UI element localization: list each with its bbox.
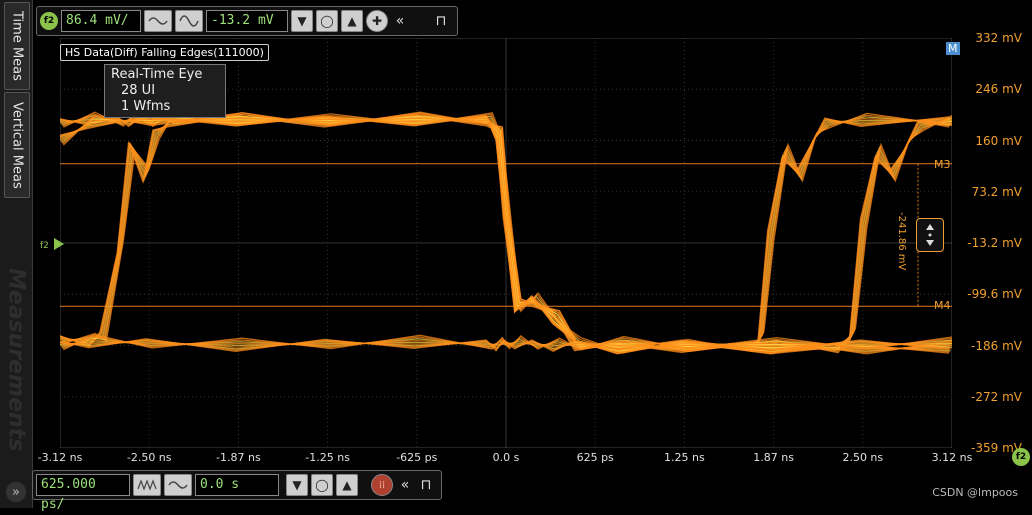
side-tab-strip: Time Meas Vertical Meas Measurements » [0,0,33,508]
measurements-watermark-label: Measurements [3,268,29,452]
x-tick-label: 2.50 ns [842,451,884,464]
y-tick-label: 160 mV [975,133,1022,148]
x-tick-label: -2.50 ns [126,451,172,464]
scale-down-button[interactable] [144,10,172,32]
marker-m3-label[interactable]: M3 [934,158,951,171]
grid-dots-icon: ⁞⁞ [378,479,386,491]
x-tick-label: 3.12 ns [931,451,973,464]
vertical-scale-field[interactable]: 86.4 mV/ [61,10,141,32]
waveform-title: HS Data(Diff) Falling Edges(111000) [60,44,269,61]
y-tick-label: 332 mV [975,31,1022,45]
eye-info-wfms: 1 Wfms [121,99,171,114]
pin-icon[interactable]: ⊓ [432,11,450,31]
x-tick-label: 625 ps [576,451,614,464]
time-scale-up-button[interactable] [164,474,192,496]
eye-info-title: Real-Time Eye [111,67,203,82]
scale-up-button[interactable] [175,10,203,32]
circle-zero-icon: ◯ [315,478,329,492]
triangle-down-icon: ▼ [297,14,307,28]
wave-dense-icon [137,479,157,491]
triangle-down-icon: ▼ [292,478,302,492]
x-tick-label: 0.0 s [492,451,520,464]
triangle-up-icon: ▲ [347,14,357,28]
circle-zero-icon: ◯ [320,14,334,28]
ground-arrow-icon [54,237,64,250]
wave-large-icon [179,15,199,27]
horizontal-position-field[interactable]: 0.0 s [195,474,279,496]
channel-badge[interactable]: f2 [40,12,58,30]
offset-down-button[interactable]: ▼ [291,10,313,32]
y-tick-label: 73.2 mV [971,184,1022,199]
position-right-button[interactable]: ▲ [336,474,358,496]
wave-small-icon [148,17,168,25]
watermark-footer: CSDN @lmpoos [932,486,1018,499]
collapse-left-icon[interactable]: « [396,475,414,495]
time-scale-down-button[interactable] [133,474,161,496]
tab-vertical-meas[interactable]: Vertical Meas [4,92,30,198]
y-tick-label: -13.2 mV [967,236,1022,250]
position-left-button[interactable]: ▼ [286,474,308,496]
marker-m4-label[interactable]: M4 [934,299,951,312]
y-tick-label: 246 mV [975,82,1022,97]
x-tick-label: 1.25 ns [664,451,705,464]
channel-ground-marker[interactable]: f2 [40,233,64,252]
channel-ground-label: f2 [40,241,49,251]
pin-icon[interactable]: ⊓ [417,475,435,495]
eye-info-ui: 28 UI [121,83,156,98]
y-tick-label: -186 mV [971,338,1022,353]
marker-drag-handle[interactable] [916,218,944,252]
offset-zero-button[interactable]: ◯ [316,10,338,32]
eye-info-box: Real-Time Eye 28 UI 1 Wfms [104,64,226,118]
tab-time-meas-label: Time Meas [9,11,25,81]
tab-vertical-meas-label: Vertical Meas [9,101,25,189]
triangle-up-icon: ▲ [342,478,352,492]
offset-up-button[interactable]: ▲ [341,10,363,32]
x-axis-channel-badge[interactable]: f2 [1012,448,1030,466]
collapse-left-icon[interactable]: « [391,11,409,31]
record-button[interactable]: ⁞⁞ [371,474,393,496]
plus-icon: ✚ [371,14,383,28]
x-tick-label: -625 ps [396,451,438,464]
updown-arrows-icon [926,224,934,246]
expand-panel-icon[interactable]: » [6,482,26,502]
measurements-watermark: Measurements [3,268,29,452]
tab-time-meas[interactable]: Time Meas [4,2,30,90]
x-tick-label: -3.12 ns [37,451,83,464]
x-tick-label: 1.87 ns [753,451,794,464]
marker-m1-label[interactable]: M [946,42,960,55]
x-tick-label: -1.87 ns [216,451,261,464]
y-tick-label: -272 mV [971,389,1022,404]
vertical-offset-field[interactable]: -13.2 mV [206,10,288,32]
horizontal-scale-field[interactable]: 625.000 ps/ [36,474,130,512]
vertical-toolbar: f2 86.4 mV/ -13.2 mV ▼ ◯ ▲ ✚ « ⊓ [36,6,458,36]
wave-sparse-icon [168,481,188,489]
y-tick-label: -99.6 mV [967,287,1022,302]
position-zero-button[interactable]: ◯ [311,474,333,496]
horizontal-toolbar: 625.000 ps/ 0.0 s ▼ ◯ ▲ ⁞⁞ « ⊓ [32,470,442,512]
marker-delta-readout: -241.86 mV [896,212,907,271]
add-button[interactable]: ✚ [366,10,388,32]
x-tick-label: -1.25 ns [305,451,350,464]
